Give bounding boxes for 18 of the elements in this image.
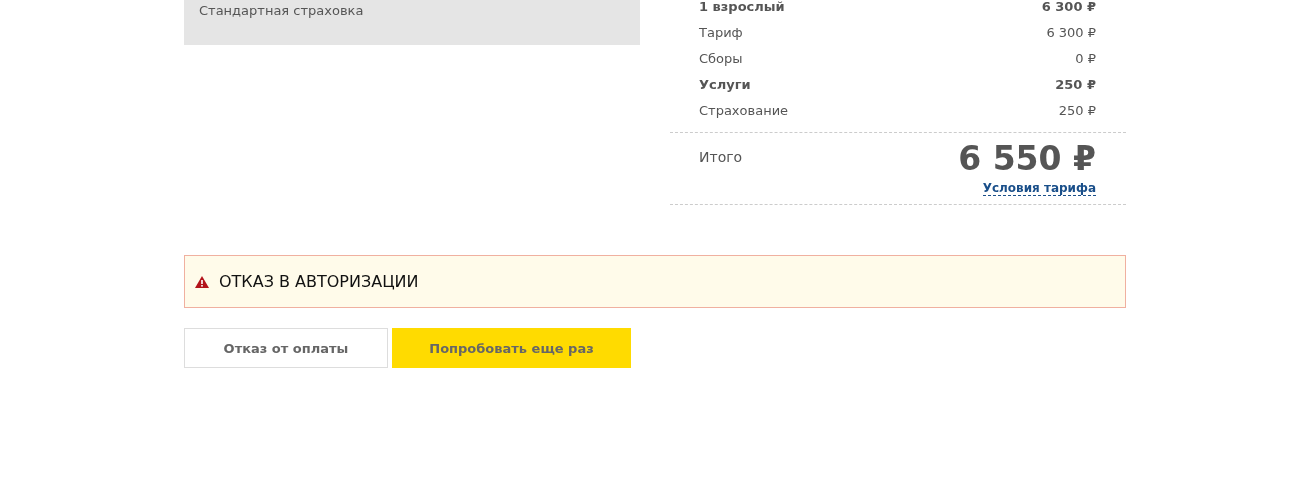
total-amount: 6 550 ₽ xyxy=(958,139,1096,179)
cancel-payment-button[interactable]: Отказ от оплаты xyxy=(184,328,388,368)
price-label: Страхование xyxy=(699,103,789,118)
price-label: 1 взрослый xyxy=(699,0,785,14)
retry-button[interactable]: Попробовать еще раз xyxy=(392,328,631,368)
price-amount: 6 300 ₽ xyxy=(1046,25,1096,40)
price-amount: 0 ₽ xyxy=(1075,51,1096,66)
insurance-label: Стандартная страховка xyxy=(199,3,364,19)
price-amount: 250 ₽ xyxy=(1058,103,1096,118)
price-amount: 250 ₽ xyxy=(1055,77,1096,92)
tariff-terms-link[interactable]: Условия тарифа xyxy=(982,181,1096,196)
price-amount: 6 300 ₽ xyxy=(1041,0,1096,14)
price-label: Тариф xyxy=(699,25,743,40)
price-label: Сборы xyxy=(699,51,743,66)
warning-icon xyxy=(195,275,209,288)
total-label: Итого xyxy=(699,149,743,167)
alert-message: ОТКАЗ В АВТОРИЗАЦИИ xyxy=(219,272,419,291)
price-label: Услуги xyxy=(699,77,751,92)
